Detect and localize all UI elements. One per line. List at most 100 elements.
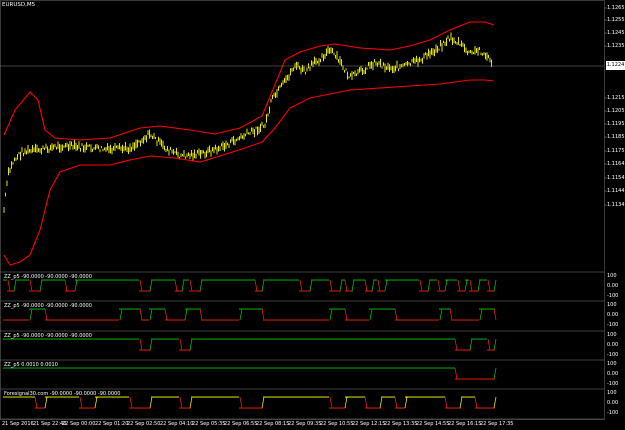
indicator-dot [265,279,267,281]
indicator-dot [13,319,15,321]
indicator-dot [239,367,241,369]
indicator-dot [439,367,441,369]
indicator-dot [403,407,405,409]
indicator-dot [107,279,109,281]
indicator-transition [239,308,243,321]
indicator-transition [457,279,461,292]
indicator-dot [425,367,427,369]
indicator-dot [165,396,167,398]
indicator-dot [87,407,89,409]
indicator-dot [255,407,257,409]
indicator-dot [349,338,351,340]
indicator-dot [451,338,453,340]
indicator-dot [377,407,379,409]
indicator-dot [341,407,343,409]
indicator-dot [411,338,413,340]
indicator-dot [161,338,163,340]
indicator-dot [451,367,453,369]
indicator-dot [143,290,145,292]
indicator-dot [447,407,449,409]
indicator-dot [283,279,285,281]
price-chart[interactable] [3,21,495,266]
indicator-dot [211,319,213,321]
indicator-transition [179,396,183,409]
indicator-dot [257,407,259,409]
indicator-dot [239,308,241,310]
indicator-dot [247,367,249,369]
indicator-dot [327,396,329,398]
indicator-dot [437,396,439,398]
indicator-dot [459,378,461,380]
indicator-transition [181,279,185,292]
indicator-transition [184,308,188,321]
indicator-dot [205,338,207,340]
indicator-dot [389,338,391,340]
indicator-dot [215,367,217,369]
indicator-dot [491,308,493,310]
indicator-dot [369,338,371,340]
indicator-dot [265,319,267,321]
indicator-dot [339,308,341,310]
indicator-dot [321,367,323,369]
indicator-dot [359,319,361,321]
indicator-dot [379,338,381,340]
indicator-dot [289,279,291,281]
indicator-dot [67,367,69,369]
indicator-dot [423,319,425,321]
indicator-dot [223,319,225,321]
indicator-dot [195,308,197,310]
indicator-dot [321,396,323,398]
indicator-dot [155,308,157,310]
indicator-pane-title: ZZ_p5 -90.0000 -90.0000 -90.0000 [4,303,92,309]
indicator-dot [299,319,301,321]
indicator-transition [44,396,48,409]
indicator-transition [79,396,83,409]
indicator-dot [197,290,199,292]
indicator-dot [275,367,277,369]
indicator-dot [275,396,277,398]
indicator-dot [129,279,131,281]
indicator-dot [447,367,449,369]
indicator-transition [299,279,303,292]
indicator-dot [327,319,329,321]
indicator-dot [309,338,311,340]
indicator-dot [235,319,237,321]
indicator-dot [395,279,397,281]
indicator-dot [227,319,229,321]
indicator-dot [181,319,183,321]
time-axis-tick: 22 Sep 17:35 [480,421,514,427]
indicator-dot [69,319,71,321]
indicator-dot [315,396,317,398]
indicator-dot [307,319,309,321]
indicator-dot [323,319,325,321]
indicator-transition [174,279,178,292]
indicator-dot [483,308,485,310]
indicator-dot [175,319,177,321]
indicator-dot [409,338,411,340]
indicator-dot [365,338,367,340]
indicator-transition [479,308,483,321]
indicator-transition [139,338,143,351]
indicator-dot [291,279,293,281]
indicator-dot [185,367,187,369]
chart-canvas[interactable] [0,0,625,430]
indicator-dot [319,338,321,340]
symbol-label: EURUSD,M5 [2,2,36,8]
indicator-dot [319,367,321,369]
indicator-dot [469,378,471,380]
indicator-dot [345,338,347,340]
upper-band-line [3,21,495,141]
indicator-dot [489,407,491,409]
indicator-dot [243,367,245,369]
indicator-dot [389,308,391,310]
indicator-dot [283,396,285,398]
indicator-transition [199,279,203,292]
indicator-dot [475,378,477,380]
indicator-dot [391,338,393,340]
indicator-dot [267,367,269,369]
indicator-dot [255,367,257,369]
indicator-dot [285,338,287,340]
indicator-dot [341,367,343,369]
indicator-dot [385,396,387,398]
indicator-dot [281,396,283,398]
